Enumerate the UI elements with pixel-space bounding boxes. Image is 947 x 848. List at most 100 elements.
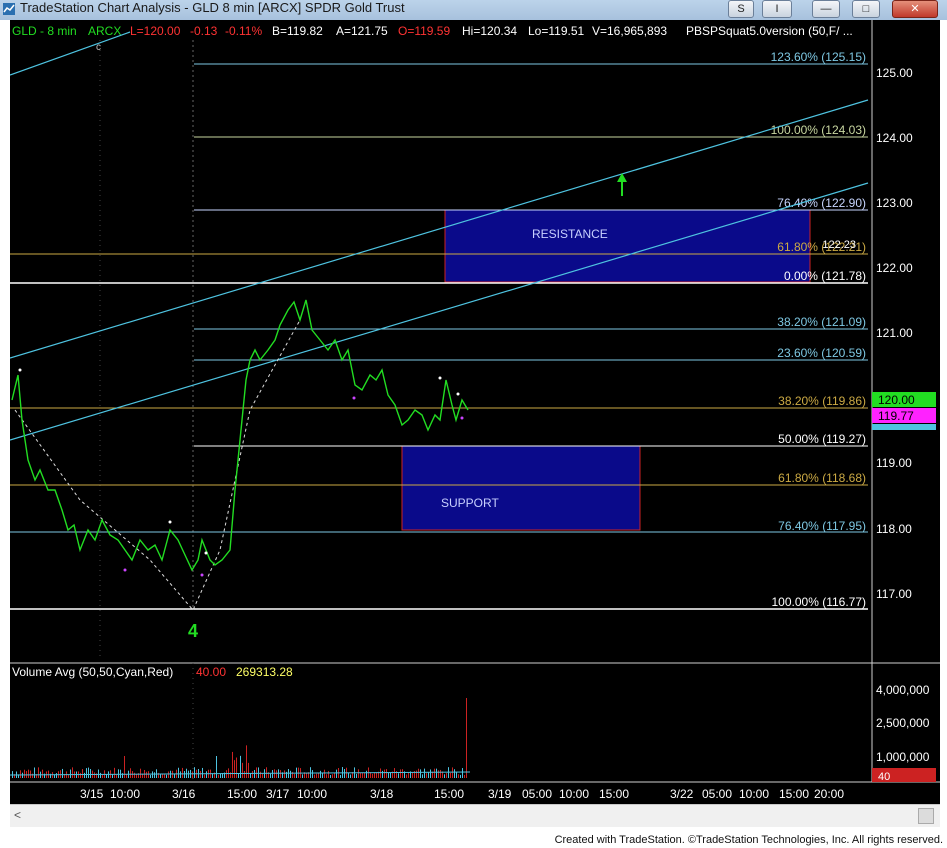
maximize-button[interactable]: □	[852, 0, 880, 18]
volume-bar	[386, 769, 387, 778]
scroll-left-icon[interactable]: <	[14, 808, 21, 822]
window-title: TradeStation Chart Analysis - GLD 8 min …	[20, 0, 405, 15]
volume-bar	[376, 772, 377, 778]
volume-bar	[62, 768, 63, 778]
volume-bar	[362, 772, 363, 778]
time-tick: 20:00	[814, 787, 844, 801]
volume-bar	[192, 771, 193, 778]
volume-bar	[200, 770, 201, 778]
volume-bar	[42, 769, 43, 778]
volume-bar	[426, 773, 427, 778]
fib-label: 76.40% (117.95)	[778, 519, 866, 533]
volume-tick: 1,000,000	[876, 750, 930, 764]
time-tick: 15:00	[779, 787, 809, 801]
header-low: Lo=119.51	[528, 24, 584, 38]
volume-bar	[454, 769, 455, 778]
volume-bar	[146, 771, 147, 778]
chart-area[interactable]: GLD - 8 min ARCX L=120.00 -0.13 -0.11% B…	[9, 20, 940, 804]
volume-bar	[100, 772, 101, 778]
volume-bar	[266, 767, 267, 778]
header-pct: -0.11%	[225, 24, 262, 38]
volume-bar	[424, 768, 425, 778]
volume-bar	[60, 770, 61, 778]
volume-bar	[262, 773, 263, 778]
volume-bar	[374, 772, 375, 778]
volume-bar	[160, 774, 161, 778]
scroll-thumb[interactable]	[918, 808, 934, 824]
volume-bar	[446, 773, 447, 778]
volume-bar	[20, 770, 21, 778]
fib-label: 50.00% (119.27)	[778, 432, 866, 446]
time-tick: 05:00	[702, 787, 732, 801]
time-tick: 3/18	[370, 787, 394, 801]
time-tick: 3/17	[266, 787, 290, 801]
price-series	[11, 299, 469, 572]
volume-bar	[204, 774, 205, 778]
volume-bar	[116, 774, 117, 778]
time-tick: 3/19	[488, 787, 512, 801]
minimize-button[interactable]: —	[812, 0, 840, 18]
fib-label: 123.60% (125.15)	[771, 50, 866, 64]
volume-bar	[344, 768, 345, 778]
price-annotation: 122.23	[822, 239, 856, 251]
volume-bar	[422, 774, 423, 778]
symbol-header: GLD - 8 min ARCX L=120.00 -0.13 -0.11% B…	[12, 24, 853, 38]
volume-bar	[366, 770, 367, 778]
volume-bar	[364, 772, 365, 778]
volume-bar	[90, 769, 91, 778]
volume-bar	[412, 772, 413, 778]
volume-bar	[276, 770, 277, 778]
volume-bar	[258, 767, 259, 778]
resistance-box	[444, 209, 811, 283]
close-button[interactable]: ✕	[892, 0, 938, 18]
volume-bar	[452, 767, 453, 778]
header-symbol: GLD - 8 min	[12, 24, 77, 38]
time-tick: 15:00	[227, 787, 257, 801]
volume-bar	[294, 773, 295, 778]
volume-bar	[380, 768, 381, 778]
volume-bar	[194, 767, 195, 778]
volume-bar	[408, 772, 409, 778]
volume-bar	[272, 770, 273, 778]
volume-bar	[428, 771, 429, 778]
volume-bar	[330, 774, 331, 778]
volume-bar	[216, 756, 217, 778]
volume-bar	[114, 767, 115, 778]
i-button[interactable]: I	[762, 0, 792, 18]
volume-bar	[314, 774, 315, 778]
price-tick: 121.00	[876, 326, 913, 340]
volume-bar	[326, 774, 327, 778]
volume-bar	[184, 771, 185, 778]
volume-bar	[30, 770, 31, 778]
volume-axis: 4,000,000 2,500,000 1,000,000	[876, 683, 930, 764]
price-tick: 125.00	[876, 66, 913, 80]
header-volume: V=16,965,893	[592, 24, 667, 38]
volume-bar	[350, 774, 351, 778]
time-tick: 10:00	[110, 787, 140, 801]
volume-bar	[400, 769, 401, 778]
volume-bar	[234, 760, 235, 778]
fib-label: 23.60% (120.59)	[777, 346, 866, 360]
volume-bar	[440, 769, 441, 778]
s-button[interactable]: S	[728, 0, 754, 18]
volume-bar	[462, 768, 463, 778]
chart-svg[interactable]: GLD - 8 min ARCX L=120.00 -0.13 -0.11% B…	[9, 20, 940, 804]
volume-bar	[270, 773, 271, 778]
volume-bar	[306, 773, 307, 778]
wave-path	[14, 319, 301, 611]
header-ask: A=121.75	[336, 24, 388, 38]
volume-tick: 2,500,000	[876, 716, 930, 730]
volume-bar	[180, 771, 181, 778]
volume-bar	[136, 774, 137, 778]
volume-bar	[406, 774, 407, 778]
time-tick: 10:00	[739, 787, 769, 801]
horizontal-scrollbar[interactable]: <	[10, 804, 940, 827]
volume-bar	[174, 774, 175, 778]
bar-markers	[18, 368, 460, 555]
volume-bar	[418, 768, 419, 778]
volume-bar	[280, 770, 281, 778]
volume-bar	[398, 773, 399, 778]
support-label: SUPPORT	[441, 496, 499, 510]
volume-bar	[236, 757, 237, 778]
volume-bar	[102, 774, 103, 778]
